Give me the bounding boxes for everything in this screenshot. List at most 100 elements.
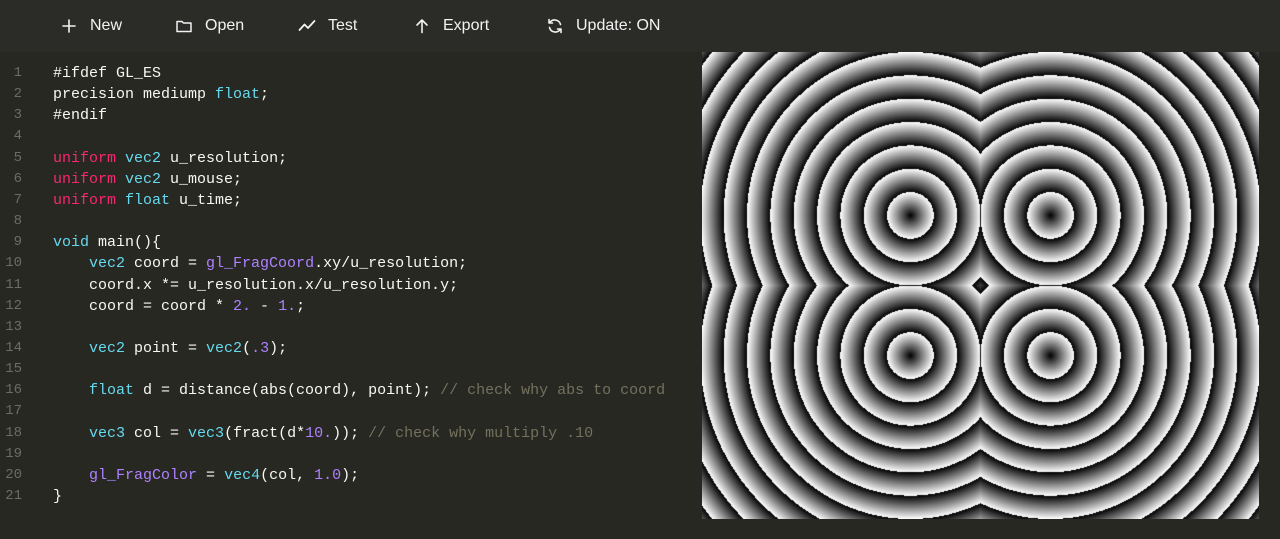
shader-preview[interactable] [702,52,1259,519]
code-token: void [53,234,90,252]
code-line: 21} [0,486,700,507]
code-token: ; [296,297,306,315]
code-text: coord = coord * 2. - 1.; [53,296,305,317]
line-number: 21 [5,488,22,504]
line-number: 12 [5,297,22,314]
code-line: 11 coord.x *= u_resolution.x/u_resolutio… [0,275,700,296]
code-text: coord.x *= u_resolution.x/u_resolution.y… [53,275,458,296]
line-number: 7 [13,191,22,208]
code-token: vec3 [89,424,126,442]
code-token: u_time; [170,191,243,209]
code-line: 17 [0,401,700,422]
line-number: 20 [5,466,22,483]
code-editor[interactable]: 1 #ifdef GL_ES 2 precision mediump float; 3 #… [0,52,700,539]
line-number: 15 [5,361,22,378]
code-token: vec2 [89,255,126,273]
line-number: 17 [5,403,22,420]
code-token: 2. [233,297,252,315]
line-number: 13 [5,318,22,335]
line-number: 1 [13,65,22,81]
code-text: void main(){ [53,232,161,253]
code-text: uniform float u_time; [53,190,242,211]
code-token: 1.0 [314,466,342,484]
code-token: float [89,382,135,400]
code-text: vec2 point = vec2(.3); [53,338,287,359]
code-token: (col, [260,466,315,484]
code-token: u_mouse; [161,170,243,188]
code-token: gl_FragCoord [206,255,315,273]
shader-editor-app: New Open Test Export Update: ON 1 #ifdef… [0,0,1280,539]
test-button[interactable]: Test [298,0,357,52]
code-token: vec4 [224,466,261,484]
code-token: vec3 [188,424,225,442]
export-button-label: Export [443,17,490,34]
code-token: 1. [278,297,297,315]
code-line: 12 coord = coord * 2. - 1.; [0,296,700,317]
test-button-label: Test [328,17,358,34]
code-token: float [125,191,171,209]
code-token: vec2 [125,149,162,167]
code-token: vec2 [89,339,126,357]
update-toggle-label: Update: ON [576,17,661,34]
arrow-up-icon [413,17,431,35]
update-toggle-button[interactable]: Update: ON [546,0,660,52]
code-text: uniform vec2 u_resolution; [53,148,287,169]
open-button[interactable]: Open [175,0,244,52]
code-text: vec3 col = vec3(fract(d*10.)); // check … [53,423,593,444]
code-line: 2 precision mediump float; [0,84,700,105]
code-token: // check why multiply .10 [368,424,594,442]
code-line: 3 #endif [0,105,700,126]
code-token: vec2 [206,339,243,357]
code-token: .3 [251,339,270,357]
code-text: float d = distance(abs(coord), point); /… [53,380,665,401]
code-line: 19 [0,444,700,465]
code-line: 6 uniform vec2 u_mouse; [0,169,700,190]
code-line: 15 [0,359,700,380]
code-text: } [53,486,62,507]
code-line: 20 gl_FragColor = vec4(col, 1.0); [0,465,700,486]
plus-icon [60,17,78,35]
code-token: 10. [305,424,333,442]
shader-preview-canvas[interactable] [702,52,1259,519]
code-token: float [215,86,261,104]
line-number: 4 [13,128,22,145]
code-token: col = [125,424,189,442]
code-text: #endif [53,105,107,126]
new-button-label: New [90,17,123,34]
chart-line-icon [298,17,316,35]
code-token: )); [332,424,369,442]
code-line: 14 vec2 point = vec2(.3); [0,338,700,359]
code-line: 7 uniform float u_time; [0,190,700,211]
code-line: 5 uniform vec2 u_resolution; [0,148,700,169]
code-token: ( [242,339,252,357]
code-token: uniform [53,191,117,209]
code-token: - [251,297,279,315]
code-token: gl_FragColor [89,466,198,484]
code-token: u_resolution; [161,149,288,167]
line-number: 9 [13,234,22,251]
code-text: #ifdef GL_ES [53,63,161,84]
code-text: gl_FragColor = vec4(col, 1.0); [53,465,359,486]
new-button[interactable]: New [60,0,122,52]
line-number: 5 [13,149,22,166]
line-number: 11 [5,276,22,293]
code-token: ); [341,466,360,484]
open-button-label: Open [205,17,245,34]
line-number: 14 [5,339,22,356]
code-token: #ifdef GL_ES [53,65,162,82]
code-token: point = [125,339,207,357]
line-number: 6 [13,170,22,187]
code-token: main(){ [89,234,162,252]
export-button[interactable]: Export [413,0,489,52]
code-line: 13 [0,317,700,338]
code-token: coord = coord * [53,297,234,315]
line-number: 2 [13,86,22,103]
